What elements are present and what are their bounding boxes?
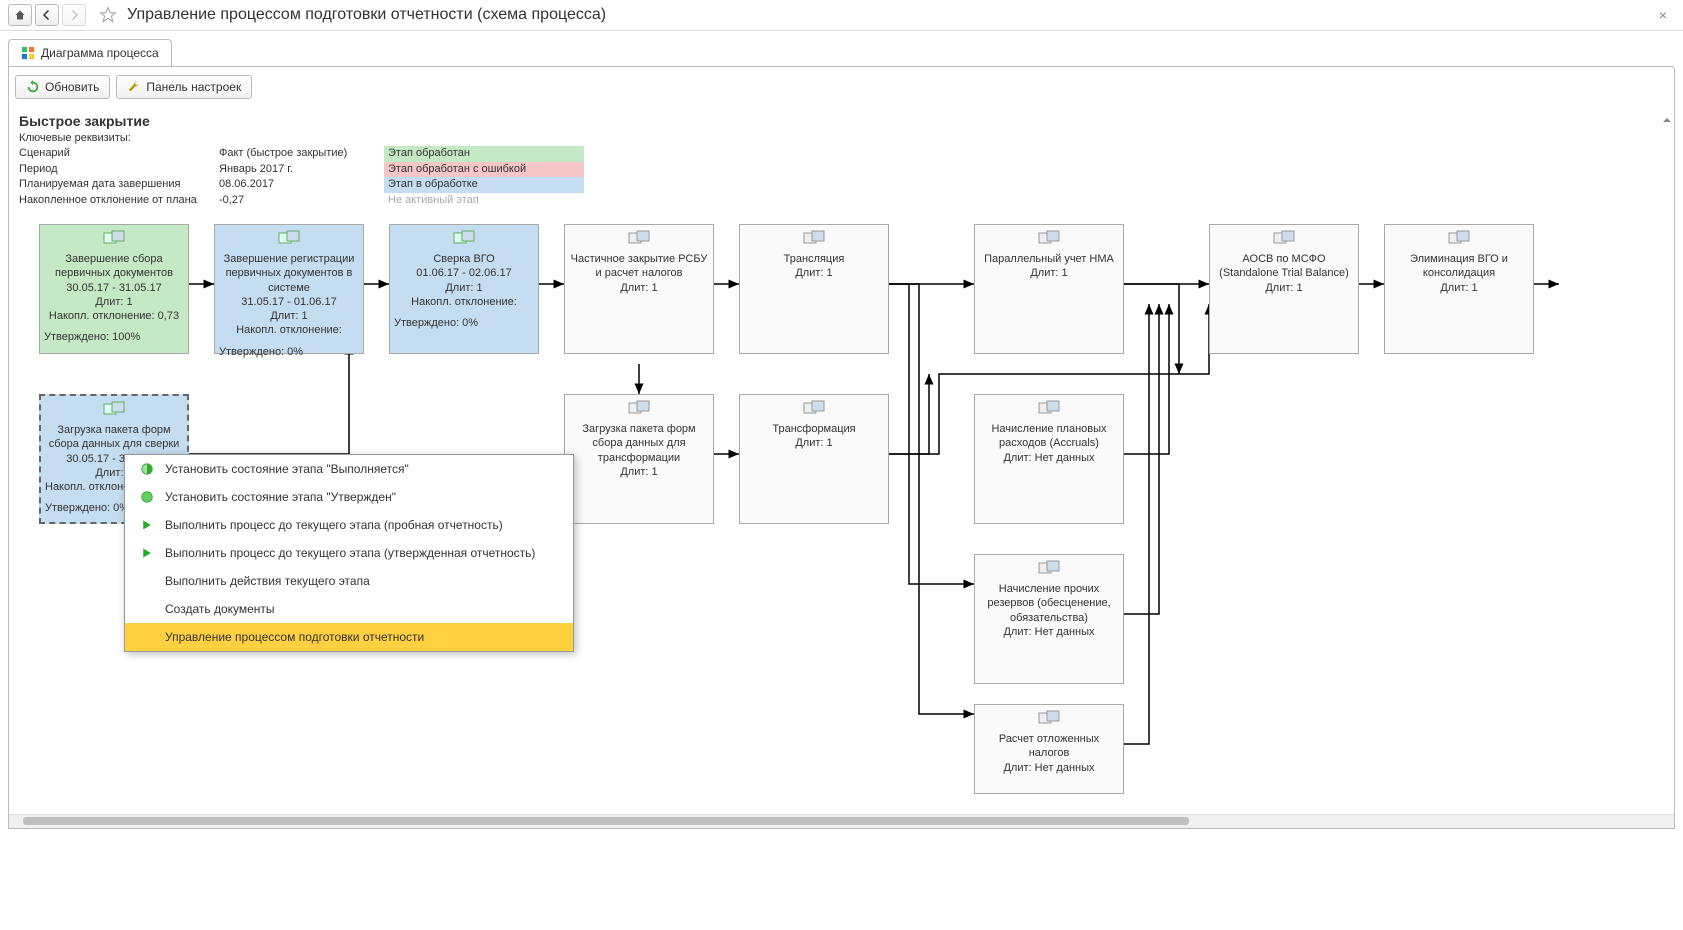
stage-icon	[1037, 399, 1061, 417]
scroll-thumb[interactable]	[23, 817, 1189, 825]
deviation-label: Накопленное отклонение от плана	[19, 193, 219, 208]
context-set-approved[interactable]: Установить состояние этапа "Утвержден"	[125, 483, 573, 511]
report-title: Быстрое закрытие	[19, 113, 1664, 129]
refresh-icon	[26, 80, 40, 94]
refresh-label: Обновить	[45, 80, 99, 94]
toolbar: Обновить Панель настроек	[8, 66, 1675, 107]
settings-panel-label: Панель настроек	[146, 80, 241, 94]
diagram-tab-icon	[21, 46, 35, 60]
tab-diagram[interactable]: Диаграмма процесса	[8, 39, 172, 66]
stage-icon	[452, 229, 476, 247]
stage-icon	[627, 399, 651, 417]
window-title: Управление процессом подготовки отчетнос…	[127, 6, 606, 24]
process-diagram: Завершение сбора первичных документов 30…	[9, 214, 1674, 814]
period-label: Период	[19, 162, 219, 177]
key-attrs-label: Ключевые реквизиты:	[19, 131, 219, 146]
deviation-value: -0,27	[219, 193, 384, 208]
context-menu: Установить состояние этапа "Выполняется"…	[124, 454, 574, 652]
legend-progress: Этап в обработке	[384, 177, 584, 192]
context-create-docs[interactable]: Создать документы	[125, 595, 573, 623]
stage-icon	[102, 229, 126, 247]
play-icon	[139, 517, 155, 533]
wrench-icon	[127, 80, 141, 94]
node-primary-docs-registration[interactable]: Завершение регистрации первичных докумен…	[214, 224, 364, 354]
stage-icon	[627, 229, 651, 247]
node-rsbu-partial-close[interactable]: Частичное закрытие РСБУ и расчет налогов…	[564, 224, 714, 354]
horizontal-scrollbar[interactable]	[9, 814, 1674, 828]
stage-icon	[1447, 229, 1471, 247]
star-icon	[99, 6, 117, 24]
planned-value: 08.06.2017	[219, 177, 384, 192]
node-transformation[interactable]: Трансформация Длит: 1	[739, 394, 889, 524]
stage-icon	[277, 229, 301, 247]
home-button[interactable]	[8, 4, 32, 26]
legend-error: Этап обработан с ошибкой	[384, 162, 584, 177]
node-primary-docs-collection[interactable]: Завершение сбора первичных документов 30…	[39, 224, 189, 354]
node-load-transformation-forms[interactable]: Загрузка пакета форм сбора данных для тр…	[564, 394, 714, 524]
settings-panel-button[interactable]: Панель настроек	[116, 75, 252, 99]
node-parallel-nma[interactable]: Параллельный учет НМА Длит: 1	[974, 224, 1124, 354]
play-icon	[139, 545, 155, 561]
planned-label: Планируемая дата завершения	[19, 177, 219, 192]
arrow-right-icon	[68, 9, 80, 21]
stage-icon	[802, 229, 826, 247]
scroll-up-icon[interactable]	[1662, 115, 1672, 125]
scenario-value: Факт (быстрое закрытие)	[219, 146, 384, 161]
stage-icon	[1037, 229, 1061, 247]
context-run-trial[interactable]: Выполнить процесс до текущего этапа (про…	[125, 511, 573, 539]
node-deferred-taxes[interactable]: Расчет отложенных налогов Длит: Нет данн…	[974, 704, 1124, 794]
home-icon	[14, 9, 26, 21]
node-vgo-reconciliation[interactable]: Сверка ВГО 01.06.17 - 02.06.17 Длит: 1 Н…	[389, 224, 539, 354]
stage-icon	[1272, 229, 1296, 247]
scenario-label: Сценарий	[19, 146, 219, 161]
tab-diagram-label: Диаграмма процесса	[41, 46, 159, 60]
status-approved-icon	[139, 489, 155, 505]
favorite-button[interactable]	[97, 4, 119, 26]
content-frame: Быстрое закрытие Ключевые реквизиты: Сце…	[8, 107, 1675, 829]
status-running-icon	[139, 461, 155, 477]
period-value: Январь 2017 г.	[219, 162, 384, 177]
node-translation[interactable]: Трансляция Длит: 1	[739, 224, 889, 354]
node-accruals[interactable]: Начисление плановых расходов (Accruals) …	[974, 394, 1124, 524]
context-manage-process[interactable]: Управление процессом подготовки отчетнос…	[125, 623, 573, 651]
stage-icon	[102, 400, 126, 418]
stage-icon	[802, 399, 826, 417]
context-set-running[interactable]: Установить состояние этапа "Выполняется"	[125, 455, 573, 483]
refresh-button[interactable]: Обновить	[15, 75, 110, 99]
stage-icon	[1037, 559, 1061, 577]
context-run-approved[interactable]: Выполнить процесс до текущего этапа (утв…	[125, 539, 573, 567]
tab-bar: Диаграмма процесса	[8, 39, 1675, 66]
arrow-left-icon	[41, 9, 53, 21]
back-button[interactable]	[35, 4, 59, 26]
close-button[interactable]: ×	[1651, 7, 1675, 23]
context-run-current[interactable]: Выполнить действия текущего этапа	[125, 567, 573, 595]
window-header: Управление процессом подготовки отчетнос…	[0, 0, 1683, 31]
forward-button[interactable]	[62, 4, 86, 26]
legend-inactive: Не активный этап	[384, 193, 584, 208]
stage-icon	[1037, 709, 1061, 727]
node-aosv-ifrs[interactable]: АОСВ по МСФО (Standalone Trial Balance) …	[1209, 224, 1359, 354]
node-elimination-consolidation[interactable]: Элиминация ВГО и консолидация Длит: 1	[1384, 224, 1534, 354]
info-header: Быстрое закрытие Ключевые реквизиты: Сце…	[9, 107, 1674, 214]
node-other-provisions[interactable]: Начисление прочих резервов (обесценение,…	[974, 554, 1124, 684]
legend-done: Этап обработан	[384, 146, 584, 161]
